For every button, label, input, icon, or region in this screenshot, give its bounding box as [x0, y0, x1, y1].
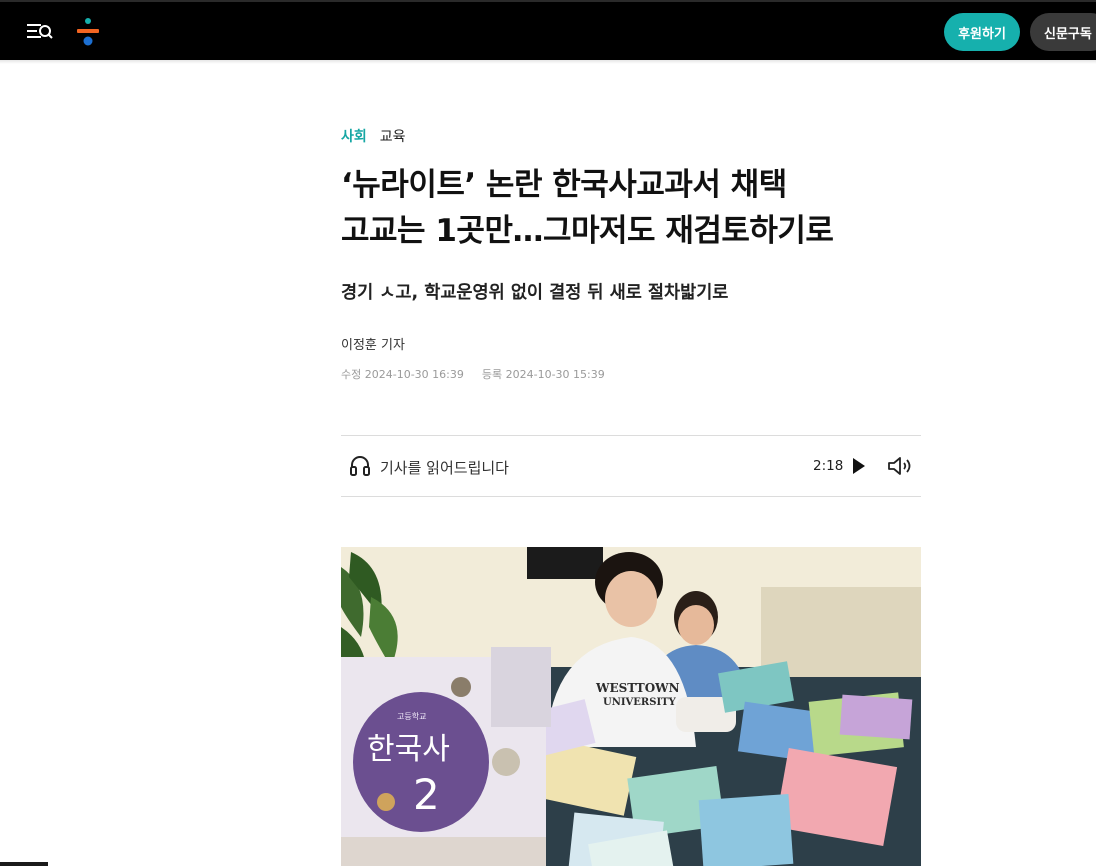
- top-navigation-bar: 후원하기 신문구독: [0, 0, 1096, 60]
- korean-history-textbook-box: 고등학교 한국사 2: [341, 647, 551, 866]
- registered-date: 등록 2024-10-30 15:39: [481, 368, 605, 381]
- modified-date: 수정 2024-10-30 16:39: [341, 368, 464, 381]
- textbook-title-label: 한국사: [367, 732, 450, 767]
- headphone-icon: [349, 454, 371, 478]
- svg-text:WESTTOWN: WESTTOWN: [595, 681, 680, 695]
- breadcrumb-section-link[interactable]: 사회: [341, 126, 367, 146]
- header-shadow: [0, 60, 1096, 64]
- svg-text:UNIVERSITY: UNIVERSITY: [603, 697, 677, 708]
- support-button[interactable]: 후원하기: [944, 13, 1020, 51]
- breadcrumb: 사회 교육: [341, 126, 406, 146]
- subscribe-button[interactable]: 신문구독: [1030, 13, 1096, 51]
- article-headline: ‘뉴라이트’ 논란 한국사교과서 채택 고교는 1곳만…그마저도 재검토하기로: [341, 162, 921, 254]
- division-sign-logo[interactable]: [76, 17, 100, 47]
- audio-player: 기사를 읽어드립니다 2:18: [341, 435, 921, 497]
- article-photo[interactable]: WESTTOWN UNIVERSITY 고등학교 한국사 2: [341, 547, 921, 866]
- audio-label: 기사를 읽어드립니다: [380, 459, 509, 477]
- play-icon[interactable]: [851, 456, 867, 476]
- audio-duration: 2:18: [813, 458, 844, 474]
- page-edge-mark: [0, 862, 48, 866]
- article-subheadline: 경기 ㅅ고, 학교운영위 없이 결정 뒤 새로 절차밟기로: [341, 283, 729, 303]
- article-dates: 수정 2024-10-30 16:39 등록 2024-10-30 15:39: [341, 366, 605, 382]
- textbook-series-label: 고등학교: [397, 711, 426, 721]
- menu-search-icon[interactable]: [26, 20, 54, 44]
- volume-icon[interactable]: [887, 455, 915, 477]
- breadcrumb-subsection-link[interactable]: 교육: [380, 126, 406, 146]
- headline-line-1: ‘뉴라이트’ 논란 한국사교과서 채택: [341, 167, 787, 203]
- author-byline[interactable]: 이정훈 기자: [341, 334, 405, 353]
- headline-line-2: 고교는 1곳만…그마저도 재검토하기로: [341, 213, 834, 249]
- textbook-number-label: 2: [413, 770, 440, 819]
- wall-tv: [527, 547, 603, 579]
